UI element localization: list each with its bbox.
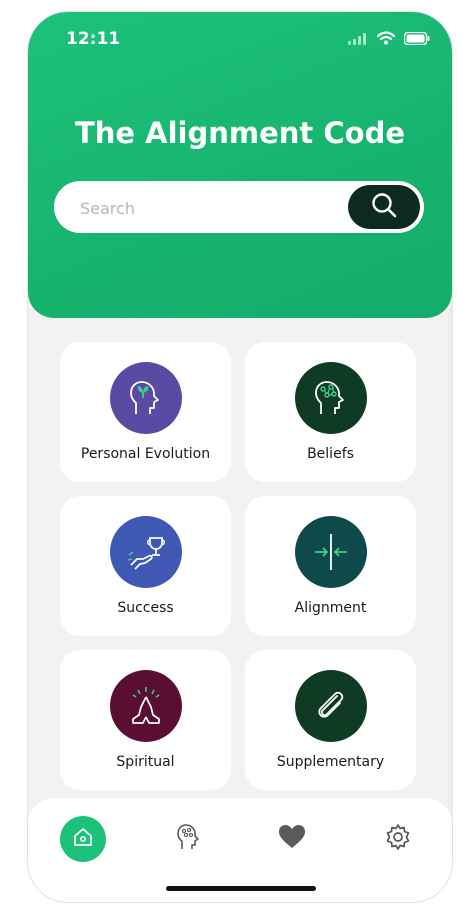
search-icon: [370, 191, 398, 223]
head-sprout-icon: [110, 362, 182, 434]
trophy-hand-icon: [110, 516, 182, 588]
category-label: Personal Evolution: [80, 446, 211, 462]
app-title: The Alignment Code: [74, 116, 406, 150]
praying-hands-icon: [110, 670, 182, 742]
heart-icon: [278, 824, 306, 854]
category-card-spiritual[interactable]: Spiritual: [60, 650, 231, 790]
category-label: Spiritual: [116, 754, 175, 770]
nav-home[interactable]: [60, 816, 106, 862]
category-card-personal-evolution[interactable]: Personal Evolution: [60, 342, 231, 482]
category-card-success[interactable]: Success: [60, 496, 231, 636]
category-card-beliefs[interactable]: Beliefs: [245, 342, 416, 482]
head-brain-icon: [295, 362, 367, 434]
settings-icon: [384, 823, 412, 855]
brain-head-icon: [174, 822, 204, 856]
status-bar: 12:11: [28, 12, 452, 62]
signal-icon: [348, 30, 368, 49]
category-label: Beliefs: [307, 446, 354, 462]
bottom-nav: [28, 798, 452, 902]
wifi-icon: [376, 30, 396, 49]
paperclip-icon: [295, 670, 367, 742]
header: 12:11 The Alignment Code Search: [28, 12, 452, 318]
battery-icon: [403, 30, 430, 49]
category-label: Alignment: [294, 600, 367, 616]
search-input[interactable]: [78, 191, 332, 225]
status-time: 12:11: [66, 29, 121, 49]
home-indicator: [166, 886, 316, 891]
category-card-alignment[interactable]: Alignment: [245, 496, 416, 636]
search-box: [54, 181, 424, 233]
phone-frame: 12:11 The Alignment Code Search Personal…: [28, 12, 452, 902]
nav-favorites[interactable]: [269, 816, 315, 862]
align-arrows-icon: [295, 516, 367, 588]
nav-settings[interactable]: [375, 816, 421, 862]
home-icon: [72, 826, 94, 852]
nav-beliefs[interactable]: [166, 816, 212, 862]
category-card-supplementary[interactable]: Supplementary: [245, 650, 416, 790]
search-button[interactable]: [348, 185, 420, 229]
category-label: Success: [117, 600, 174, 616]
category-label: Supplementary: [276, 754, 385, 770]
status-icons: [348, 30, 430, 49]
